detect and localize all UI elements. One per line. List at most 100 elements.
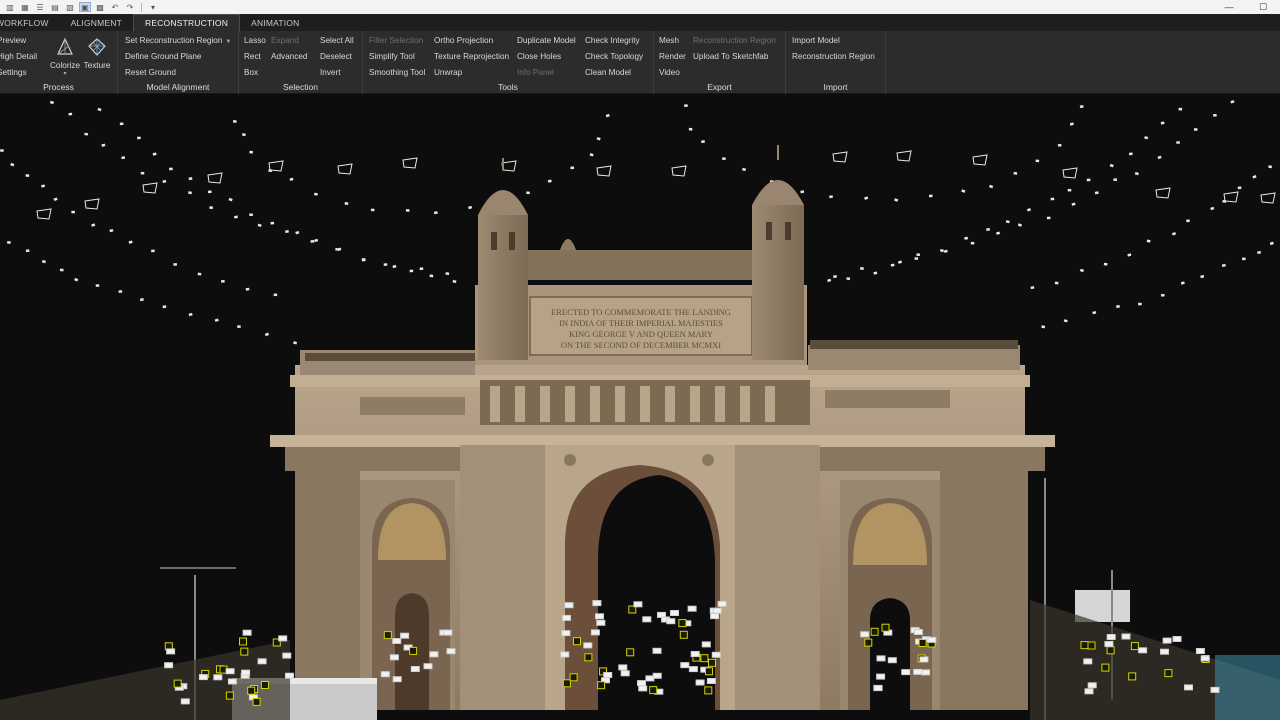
camera-point bbox=[919, 656, 929, 663]
check-integrity-button[interactable]: Check Integrity bbox=[585, 36, 640, 45]
chevron-down-icon[interactable]: ▾ bbox=[50, 70, 80, 77]
upload-to-sketchfab-button[interactable]: Upload To Sketchfab bbox=[693, 52, 768, 61]
render-button[interactable]: Render bbox=[659, 52, 686, 61]
camera-point bbox=[688, 127, 693, 131]
maximize-button[interactable]: ☐ bbox=[1246, 0, 1280, 14]
camera-point bbox=[717, 600, 727, 607]
inscription-panel: ERECTED TO COMMEMORATE THE LANDING IN IN… bbox=[551, 307, 731, 350]
smoothing-tool-button[interactable]: Smoothing Tool bbox=[369, 68, 425, 77]
close-holes-button[interactable]: Close Holes bbox=[517, 52, 561, 61]
settings-button[interactable]: Settings bbox=[0, 68, 27, 77]
tab-workflow[interactable]: WORKFLOW bbox=[0, 14, 60, 31]
layout-3-icon[interactable]: ☰ bbox=[34, 2, 46, 12]
camera-point bbox=[180, 698, 190, 705]
camera-point bbox=[41, 184, 45, 188]
camera-point bbox=[1030, 286, 1035, 290]
layout-4-icon[interactable]: ▤ bbox=[49, 2, 61, 12]
customize-dropdown-icon[interactable]: ▾ bbox=[147, 2, 159, 12]
layout-2-icon[interactable]: ▦ bbox=[19, 2, 31, 12]
deselect-button[interactable]: Deselect bbox=[320, 52, 352, 61]
duplicate-model-button[interactable]: Duplicate Model bbox=[517, 36, 576, 45]
mesh-button[interactable]: Mesh bbox=[659, 36, 679, 45]
rect-button[interactable]: Rect bbox=[244, 52, 261, 61]
layout-7-icon[interactable]: ▩ bbox=[94, 2, 106, 12]
camera-point bbox=[595, 613, 604, 620]
layout-6-icon[interactable]: ▣ bbox=[79, 2, 91, 12]
camera-point bbox=[711, 651, 721, 658]
camera-point bbox=[164, 662, 174, 669]
marker-point bbox=[240, 647, 249, 656]
camera-point bbox=[603, 672, 613, 678]
texture-reprojection-button[interactable]: Texture Reprojection bbox=[434, 52, 509, 61]
video-button[interactable]: Video bbox=[659, 68, 680, 77]
marker-point bbox=[584, 653, 593, 662]
camera-frustum bbox=[36, 208, 52, 220]
camera-point bbox=[742, 167, 747, 172]
clean-model-button[interactable]: Clean Model bbox=[585, 68, 631, 77]
camera-point bbox=[445, 272, 450, 276]
camera-point bbox=[1079, 105, 1084, 108]
camera-point bbox=[118, 290, 123, 293]
filter-selection-button[interactable]: Filter Selection bbox=[369, 36, 423, 45]
camera-point bbox=[1017, 223, 1022, 227]
camera-point bbox=[913, 629, 923, 635]
title-bar: ▥ ▦ ☰ ▤ ▧ ▣ ▩ ↶ ↷ ▾ — ☐ bbox=[0, 0, 1280, 14]
camera-point bbox=[605, 113, 610, 118]
tab-alignment[interactable]: ALIGNMENT bbox=[60, 14, 133, 31]
camera-point bbox=[162, 179, 167, 184]
gateway-model[interactable] bbox=[270, 145, 1055, 710]
ortho-projection-button[interactable]: Ortho Projection bbox=[434, 36, 493, 45]
box-button[interactable]: Box bbox=[244, 68, 258, 77]
colorize-button[interactable]: Colorize ▾ bbox=[50, 37, 80, 77]
advanced-button[interactable]: Advanced bbox=[271, 52, 307, 61]
lasso-button[interactable]: Lasso bbox=[244, 36, 266, 45]
camera-point bbox=[249, 150, 253, 154]
camera-point bbox=[209, 206, 213, 210]
camera-point bbox=[1230, 100, 1235, 104]
camera-point bbox=[452, 279, 457, 284]
camera-point bbox=[701, 641, 711, 648]
layout-1-icon[interactable]: ▥ bbox=[4, 2, 16, 12]
camera-point bbox=[1086, 178, 1091, 182]
tools-group-label: Tools bbox=[498, 82, 518, 92]
layout-5-icon[interactable]: ▧ bbox=[64, 2, 76, 12]
marker-point bbox=[649, 686, 658, 695]
camera-point bbox=[227, 678, 237, 685]
expand-button[interactable]: Expand bbox=[271, 36, 299, 45]
inscription-line-4: ON THE SECOND OF DECEMBER MCMXI bbox=[561, 340, 721, 350]
tab-animation[interactable]: ANIMATION bbox=[240, 14, 310, 31]
marker-point bbox=[1101, 663, 1110, 672]
marker-point bbox=[173, 679, 182, 688]
camera-point bbox=[894, 198, 899, 202]
preview-button[interactable]: Preview bbox=[0, 36, 26, 45]
colorize-label: Colorize bbox=[50, 61, 81, 70]
camera-point bbox=[241, 669, 251, 676]
marker-point bbox=[597, 681, 606, 690]
scene-canvas[interactable]: ERECTED TO COMMEMORATE THE LANDING IN IN… bbox=[0, 95, 1280, 720]
invert-button[interactable]: Invert bbox=[320, 68, 340, 77]
tab-reconstruction[interactable]: RECONSTRUCTION bbox=[133, 14, 241, 31]
minimize-button[interactable]: — bbox=[1212, 0, 1246, 14]
import-model-button[interactable]: Import Model bbox=[792, 36, 840, 45]
redo-icon[interactable]: ↷ bbox=[124, 2, 136, 12]
3d-viewport[interactable]: ERECTED TO COMMEMORATE THE LANDING IN IN… bbox=[0, 95, 1280, 720]
unwrap-button[interactable]: Unwrap bbox=[434, 68, 462, 77]
set-reconstruction-region-button[interactable]: Set Reconstruction Region ▼ bbox=[125, 36, 231, 45]
info-panel-button[interactable]: Info Panel bbox=[517, 68, 554, 77]
reset-ground-button[interactable]: Reset Ground bbox=[125, 68, 176, 77]
export-reconstruction-region-button[interactable]: Reconstruction Region bbox=[693, 36, 776, 45]
define-ground-plane-button[interactable]: Define Ground Plane bbox=[125, 52, 201, 61]
camera-point bbox=[361, 258, 366, 261]
check-topology-button[interactable]: Check Topology bbox=[585, 52, 643, 61]
select-all-button[interactable]: Select All bbox=[320, 36, 354, 45]
high-detail-button[interactable]: High Detail bbox=[0, 52, 37, 61]
undo-icon[interactable]: ↶ bbox=[109, 2, 121, 12]
import-reconstruction-region-button[interactable]: Reconstruction Region bbox=[792, 52, 875, 61]
marker-point bbox=[626, 648, 635, 657]
texture-button[interactable]: Texture bbox=[82, 37, 112, 70]
simplify-tool-button[interactable]: Simplify Tool bbox=[369, 52, 415, 61]
camera-point bbox=[1083, 658, 1093, 665]
camera-point bbox=[49, 100, 54, 105]
camera-point bbox=[876, 673, 886, 680]
camera-point bbox=[1116, 305, 1120, 308]
